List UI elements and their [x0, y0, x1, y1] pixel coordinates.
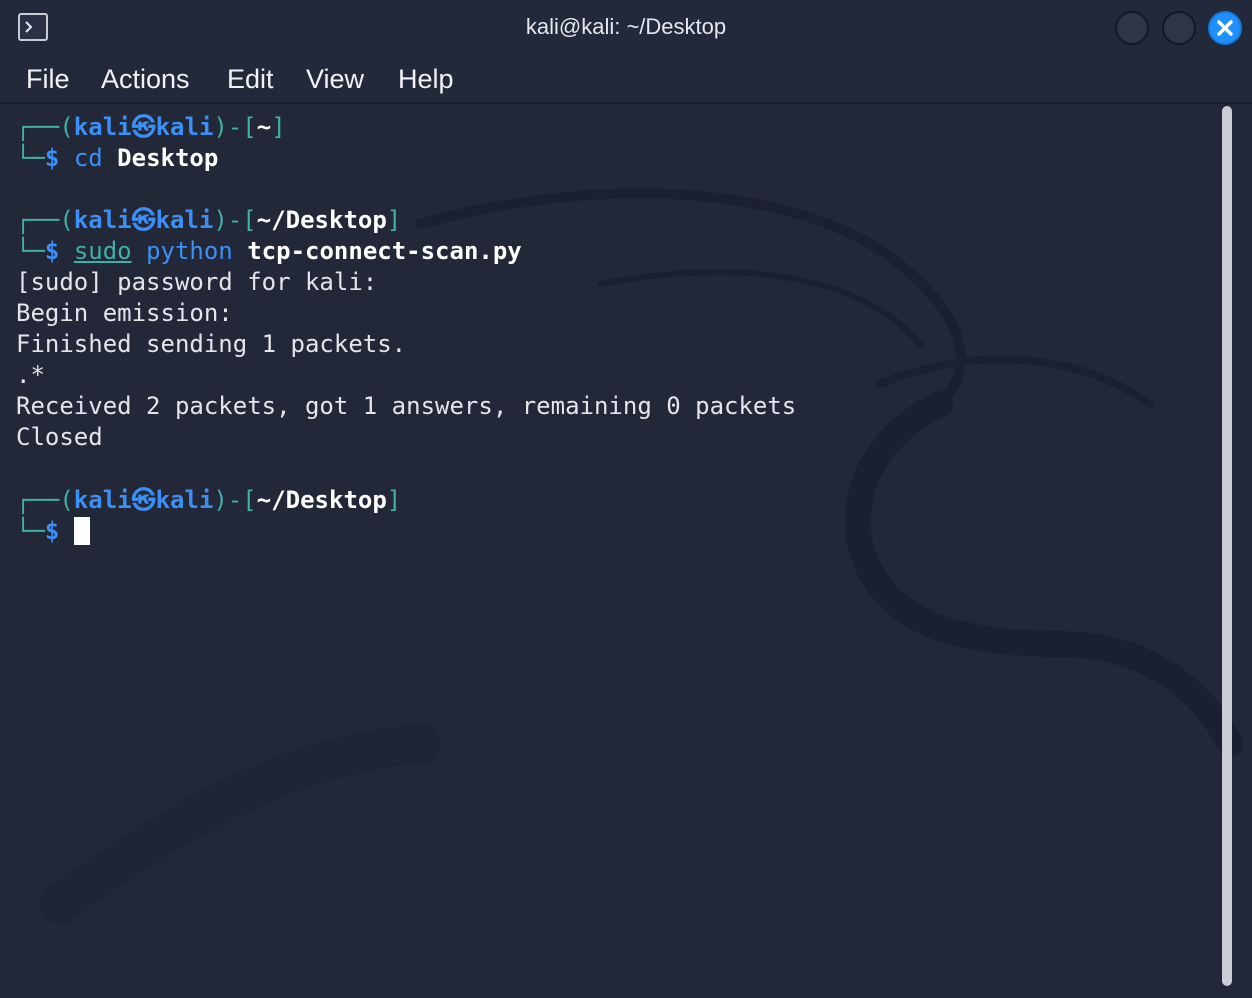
- terminal-window: kali@kali: ~/Desktop File Actions Edit V…: [0, 0, 1252, 998]
- prompt-at-symbol: ㉿: [131, 206, 156, 234]
- prompt-dollar: $: [44, 517, 60, 545]
- prompt-bracket-open: ┌──(: [16, 486, 74, 514]
- prompt-line: ┌──(kali㉿kali)-[~/Desktop]: [16, 205, 401, 236]
- prompt-corner: └─: [16, 517, 45, 545]
- prompt-user: kali: [73, 113, 132, 141]
- output-line: .*: [16, 361, 45, 389]
- menu-actions[interactable]: Actions: [101, 64, 190, 95]
- menu-view[interactable]: View: [306, 64, 364, 95]
- prompt-line: ┌──(kali㉿kali)-[~]: [16, 112, 286, 143]
- output-line: Begin emission:: [16, 299, 233, 327]
- window-title: kali@kali: ~/Desktop: [525, 14, 727, 39]
- text-cursor: [73, 517, 90, 545]
- prompt-host: kali: [155, 113, 214, 141]
- prompt-separator: )-[: [213, 113, 257, 141]
- command-argument: Desktop: [117, 144, 219, 172]
- menu-help[interactable]: Help: [398, 64, 454, 95]
- title-bar[interactable]: kali@kali: ~/Desktop: [0, 0, 1252, 56]
- terminal-output-area[interactable]: ┌──(kali㉿kali)-[~] └─$ cd Desktop ┌──(ka…: [0, 104, 1252, 998]
- prompt-directory: ~: [256, 113, 272, 141]
- prompt-bracket-close: ]: [386, 486, 402, 514]
- prompt-at-symbol: ㉿: [131, 486, 156, 514]
- prompt-user: kali: [73, 486, 132, 514]
- command-name: python: [146, 237, 233, 265]
- prompt-directory: ~/Desktop: [256, 206, 387, 234]
- command-line: └─$ cd Desktop: [16, 143, 218, 174]
- minimize-button[interactable]: [1115, 11, 1149, 45]
- prompt-separator: )-[: [213, 206, 257, 234]
- prompt-directory: ~/Desktop: [256, 486, 387, 514]
- prompt-line: ┌──(kali㉿kali)-[~/Desktop]: [16, 485, 401, 516]
- command-argument: tcp-connect-scan.py: [247, 237, 522, 265]
- active-command-line[interactable]: └─$: [16, 516, 90, 547]
- prompt-host: kali: [155, 486, 214, 514]
- prompt-bracket-open: ┌──(: [16, 206, 74, 234]
- prompt-separator: )-[: [213, 486, 257, 514]
- output-line: Closed: [16, 423, 103, 451]
- output-line: Received 2 packets, got 1 answers, remai…: [16, 392, 797, 420]
- output-line: Finished sending 1 packets.: [16, 330, 407, 358]
- sudo-keyword: sudo: [73, 237, 132, 265]
- command-line: └─$ sudo python tcp-connect-scan.py: [16, 236, 522, 267]
- prompt-host: kali: [155, 206, 214, 234]
- close-icon: [1217, 20, 1233, 36]
- prompt-bracket-close: ]: [386, 206, 402, 234]
- prompt-user: kali: [73, 206, 132, 234]
- scrollbar-thumb[interactable]: [1222, 106, 1232, 986]
- prompt-dollar: $: [44, 237, 60, 265]
- prompt-dollar: $: [44, 144, 60, 172]
- prompt-corner: └─: [16, 237, 45, 265]
- close-button[interactable]: [1208, 11, 1242, 45]
- menu-file[interactable]: File: [26, 64, 70, 95]
- prompt-bracket-open: ┌──(: [16, 113, 74, 141]
- prompt-at-symbol: ㉿: [131, 113, 156, 141]
- prompt-corner: └─: [16, 144, 45, 172]
- maximize-button[interactable]: [1162, 11, 1196, 45]
- menu-edit[interactable]: Edit: [227, 64, 274, 95]
- menu-bar: File Actions Edit View Help: [0, 56, 1252, 104]
- prompt-bracket-close: ]: [271, 113, 286, 141]
- command-name: cd: [73, 144, 103, 172]
- output-line: [sudo] password for kali:: [16, 268, 378, 296]
